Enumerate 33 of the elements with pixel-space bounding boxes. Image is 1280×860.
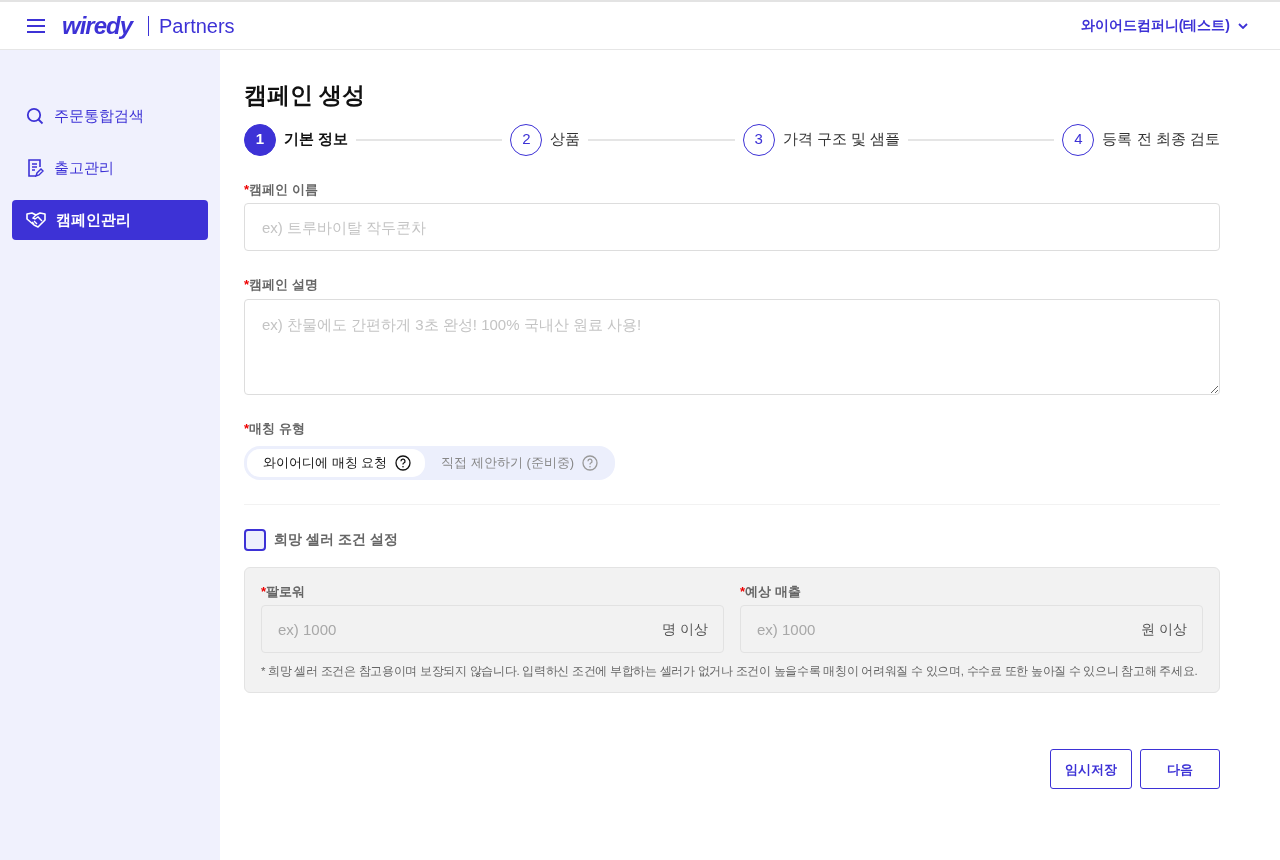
description-field[interactable]: ex) 찬물에도 간편하게 3초 완성! 100% 국내산 원료 사용! (244, 298, 1220, 395)
field-label: *캠페인 설명 (244, 276, 319, 295)
field-label: *캠페인 이름 (244, 180, 319, 199)
sidebar-item[interactable]: 출고관리 (12, 148, 208, 188)
action-button[interactable]: 다음 (1140, 749, 1220, 790)
account-menu[interactable]: 와이어드컴퍼니(테스트) (1074, 14, 1254, 37)
logo[interactable]: wiredy (62, 13, 133, 38)
sidebar-item[interactable]: 캠페인관리 (12, 200, 208, 240)
field-label: *매칭 유형 (244, 419, 306, 438)
product-name: Partners (148, 15, 235, 36)
step-label: 상품 (550, 129, 581, 150)
field-label: *팔로워 (261, 582, 307, 601)
handshake-icon (26, 211, 46, 229)
chevron-down-icon (1238, 22, 1248, 29)
search-icon (26, 107, 44, 125)
action-button[interactable]: 임시저장 (1050, 749, 1132, 790)
document-edit-icon (26, 159, 44, 177)
checkbox[interactable] (244, 528, 266, 551)
step-number: 1 (244, 123, 276, 156)
field-label: *예상 매출 (740, 582, 802, 601)
step-label: 등록 전 최종 검토 (1102, 129, 1220, 150)
text-field[interactable]: ex) 트루바이탈 작두콘차 (244, 203, 1220, 252)
page-title: 캠페인 생성 (244, 82, 367, 110)
unit-label: 명 이상 (662, 620, 708, 640)
segment-option[interactable]: 와이어디에 매칭 요청 (247, 449, 426, 477)
sidebar-item[interactable]: 주문통합검색 (12, 96, 208, 136)
step-label: 가격 구조 및 샘플 (782, 129, 901, 150)
step-label: 기본 정보 (284, 129, 349, 150)
help-icon[interactable] (395, 454, 412, 471)
unit-label: 원 이상 (1141, 620, 1187, 640)
checkbox-label: 희망 셀러 조건 설정 (274, 530, 398, 550)
note-text: * 희망 셀러 조건은 참고용이며 보장되지 않습니다. 입력하신 조건에 부합하는 셀러가 없거나 조건이 높을수록 매칭이 어려워질 수 있으며, 수수료 또한 높아질 수 있으니 참고해 주세요. (261, 664, 1199, 680)
menu-icon[interactable] (26, 17, 46, 34)
